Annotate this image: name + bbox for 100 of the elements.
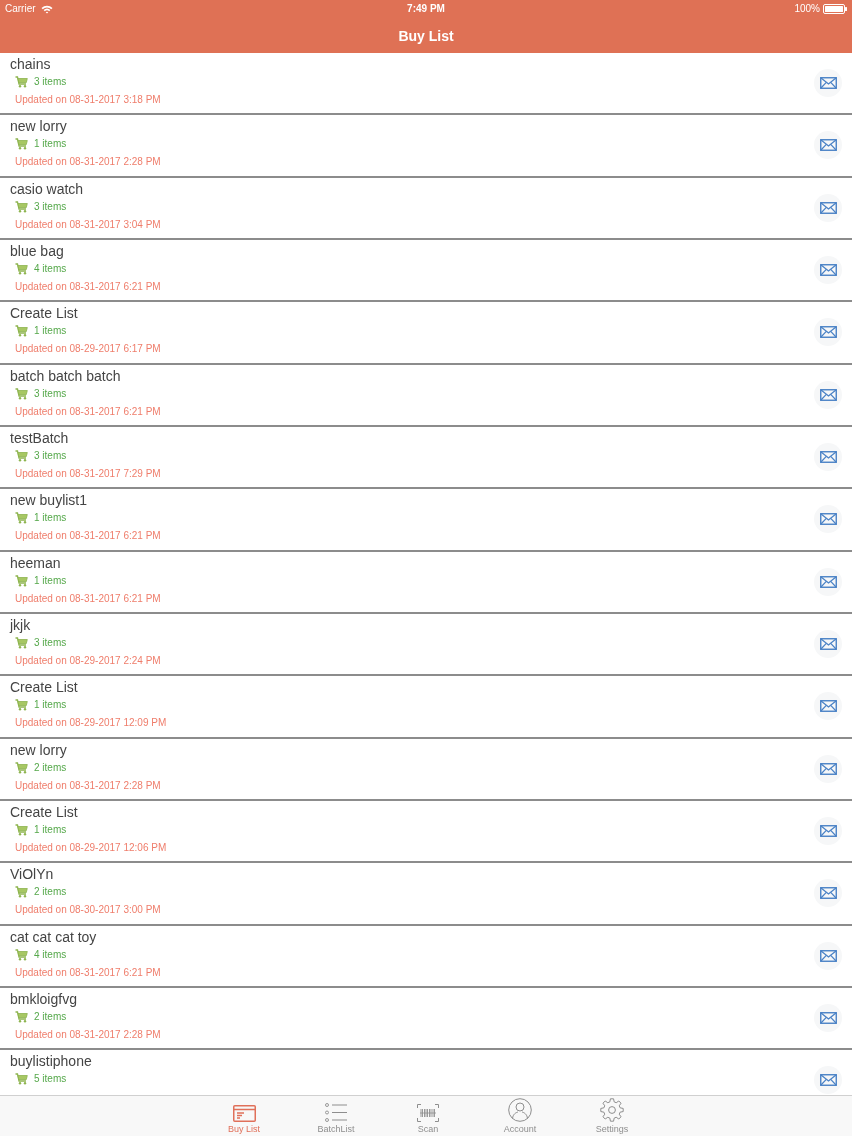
mail-icon[interactable]: [814, 692, 842, 721]
mail-icon[interactable]: [814, 69, 842, 97]
buy-list-row[interactable]: new buylist1 1 items Updated on 08-31-2017 6:21 PM: [0, 489, 852, 552]
updated-date: Updated on 08-31-2017 2:28 PM: [14, 778, 161, 793]
updated-date: Updated on 08-31-2017 6:21 PM: [14, 529, 161, 544]
mail-icon[interactable]: [814, 442, 842, 471]
updated-date: Updated on 08-31-2017 6:21 PM: [14, 965, 161, 980]
mail-icon[interactable]: [814, 941, 842, 970]
updated-date: Updated on 08-31-2017 6:21 PM: [14, 404, 161, 419]
buy-list-row[interactable]: blue bag 4 items Updated on 08-31-2017 6:21 PM: [0, 240, 852, 303]
cart-icon: [15, 948, 28, 961]
mail-icon[interactable]: [814, 131, 842, 160]
account-icon: [508, 1098, 532, 1122]
cart-icon: [15, 699, 28, 712]
item-count: 3 items: [34, 388, 67, 399]
updated-date: Updated on 08-31-2017 6:21 PM: [14, 280, 161, 294]
mail-icon[interactable]: [814, 380, 842, 409]
list-name: heeman: [10, 553, 62, 572]
item-count: 1 items: [34, 326, 67, 337]
item-count: 2 items: [34, 762, 67, 773]
cart-icon: [15, 574, 28, 587]
cart-icon: [15, 512, 28, 525]
updated-date: Updated on 08-29-2017 6:17 PM: [14, 342, 161, 357]
updated-date: Updated on 08-31-2017 2:28 PM: [14, 155, 161, 170]
buy-list-row[interactable]: Create List 1 items Updated on 08-29-2017 12:09 PM: [0, 676, 852, 739]
item-count: 1 items: [34, 139, 67, 150]
list-name: new lorry: [10, 117, 68, 136]
buy-list-row[interactable]: casio watch 3 items Updated on 08-31-2017 3:04 PM: [0, 177, 852, 240]
buy-list-row[interactable]: Create List 1 items Updated on 08-29-2017 12:06 PM: [0, 800, 852, 864]
buy-list-row[interactable]: jkjk 3 items Updated on 08-29-2017 2:24 PM: [0, 613, 852, 677]
buy-list-row[interactable]: batch batch batch 3 items Updated on 08-31-2017 6:21 PM: [0, 364, 852, 427]
buy-list-row[interactable]: Create List 1 items Updated on 08-29-2017 6:17 PM: [0, 302, 852, 365]
updated-date: Updated on 08-31-2017 3:04 PM: [14, 217, 161, 232]
cart-icon: [15, 1073, 28, 1086]
settings-icon: [600, 1098, 624, 1122]
cart-icon: [15, 1010, 28, 1023]
list-name: new buylist1: [10, 491, 89, 510]
buy-list-row[interactable]: chains 3 items Updated on 08-31-2017 3:18 PM: [0, 53, 852, 116]
battery-percent: 100%: [794, 4, 820, 14]
mail-icon[interactable]: [814, 318, 842, 347]
mail-icon[interactable]: [814, 629, 842, 658]
cart-icon: [15, 761, 28, 774]
item-count: 3 items: [34, 77, 67, 87]
buy-list-row[interactable]: cat cat cat toy 4 items Updated on 08-31-2017 6:21 PM: [0, 925, 852, 988]
list-icon: [325, 1103, 347, 1122]
item-count: 1 items: [34, 824, 67, 835]
list-name: Create List: [10, 802, 79, 821]
updated-date: Updated on 08-29-2017 12:09 PM: [14, 716, 167, 731]
buy-list-row[interactable]: new lorry 1 items Updated on 08-31-2017 2:28 PM: [0, 115, 852, 178]
list-name: jkjk: [10, 615, 32, 634]
updated-date: Updated on 08-29-2017 2:24 PM: [14, 653, 161, 668]
item-count: 1 items: [34, 513, 67, 524]
buy-list-row[interactable]: new lorry 2 items Updated on 08-31-2017 2:28 PM: [0, 738, 852, 801]
list-name: chains: [10, 55, 52, 73]
buy-list-row[interactable]: heeman 1 items Updated on 08-31-2017 6:21 PM: [0, 551, 852, 614]
barcode-scan-icon: [417, 1104, 439, 1122]
cart-icon: [15, 200, 28, 213]
updated-date: Updated on 08-29-2017 12:06 PM: [14, 840, 167, 855]
cart-icon: [15, 263, 28, 275]
list-name: blue bag: [10, 242, 65, 260]
mail-icon[interactable]: [814, 505, 842, 534]
mail-icon[interactable]: [814, 816, 842, 845]
mail-icon[interactable]: [814, 879, 842, 908]
updated-date: Updated on 08-30-2017 3:00 PM: [14, 903, 161, 918]
buy-list-row[interactable]: testBatch 3 items Updated on 08-31-2017 7:29 PM: [0, 426, 852, 490]
mail-icon[interactable]: [814, 754, 842, 783]
cart-icon: [15, 138, 28, 151]
cart-icon: [15, 325, 28, 338]
item-count: 3 items: [34, 637, 67, 648]
mail-icon[interactable]: [814, 1066, 842, 1095]
list-name: Create List: [10, 678, 79, 697]
buy-list-row[interactable]: ViOlYn 2 items Updated on 08-30-2017 3:00 PM: [0, 863, 852, 926]
mail-icon[interactable]: [814, 256, 842, 284]
wifi-icon: [40, 4, 53, 14]
list-name: cat cat cat toy: [10, 927, 98, 946]
mail-icon[interactable]: [814, 1003, 842, 1032]
cart-icon: [15, 449, 28, 462]
cart-icon: [15, 636, 28, 649]
item-count: 1 items: [34, 700, 67, 711]
updated-date: Updated on 08-31-2017 6:21 PM: [14, 591, 161, 606]
status-time: 7:49 PM: [407, 4, 445, 14]
carrier-label: Carrier: [5, 4, 36, 14]
item-count: 5 items: [34, 1074, 67, 1085]
mail-icon[interactable]: [814, 193, 842, 222]
mail-icon[interactable]: [814, 567, 842, 596]
updated-date: Updated on 08-31-2017 3:18 PM: [14, 93, 161, 107]
cart-icon: [15, 823, 28, 836]
cart-icon: [15, 76, 28, 88]
card-icon: [232, 1105, 256, 1122]
list-name: batch batch batch: [10, 366, 122, 385]
list-name: buylistiphone: [10, 1052, 92, 1071]
buy-list-row[interactable]: bmkloigfvg 2 items Updated on 08-31-2017 2:28 PM: [0, 987, 852, 1051]
nav-title: Buy List: [398, 28, 454, 43]
updated-date: Updated on 08-31-2017 2:28 PM: [14, 1027, 161, 1042]
updated-date: Updated on 08-31-2017 7:29 PM: [14, 466, 161, 481]
list-name: bmkloigfvg: [10, 989, 78, 1008]
cart-icon: [15, 387, 28, 400]
list-name: new lorry: [10, 740, 68, 759]
list-name: Create List: [10, 304, 79, 323]
item-count: 4 items: [34, 949, 67, 960]
